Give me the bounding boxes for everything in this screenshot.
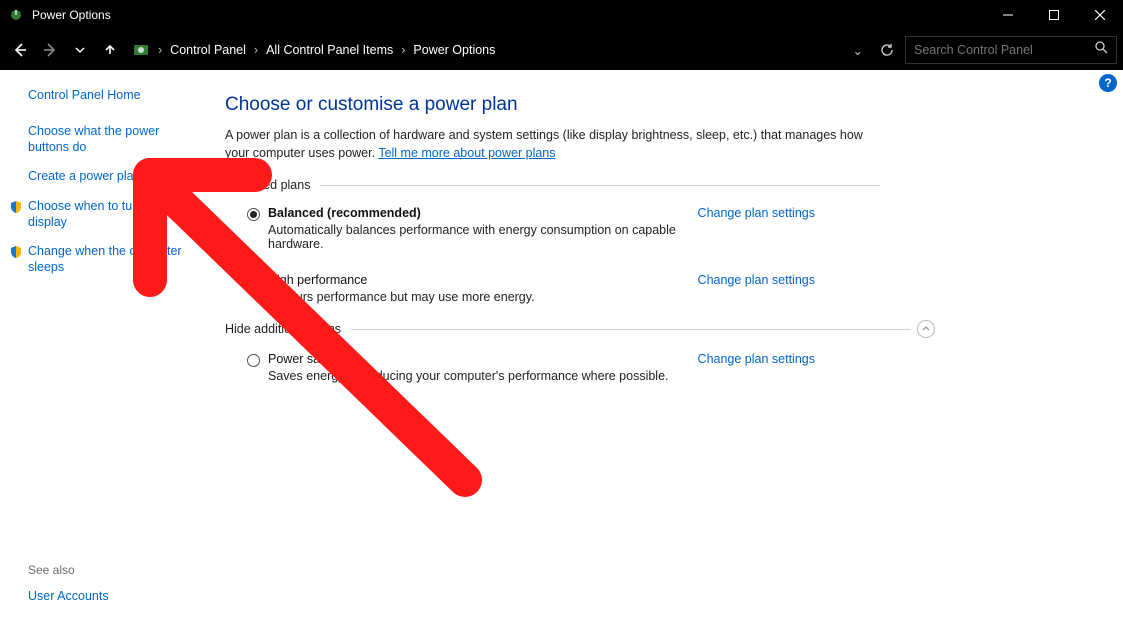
divider xyxy=(351,329,911,330)
search-input[interactable] xyxy=(914,43,1095,57)
chevron-right-icon[interactable]: › xyxy=(401,43,405,57)
sidebar-home-link[interactable]: Control Panel Home xyxy=(28,88,141,102)
breadcrumb-bar[interactable]: › Control Panel › All Control Panel Item… xyxy=(126,36,869,64)
breadcrumb-root[interactable]: Control Panel xyxy=(166,41,250,59)
sidebar-link-power-buttons[interactable]: Choose what the power buttons do xyxy=(28,124,159,154)
chevron-right-icon[interactable]: › xyxy=(254,43,258,57)
plan-high-performance[interactable]: High performance Favours performance but… xyxy=(225,267,815,306)
search-box[interactable] xyxy=(905,36,1117,64)
window-title: Power Options xyxy=(32,8,111,22)
radio-high-performance[interactable] xyxy=(247,275,260,288)
control-panel-icon xyxy=(132,41,150,59)
minimize-button[interactable] xyxy=(985,0,1031,30)
sidebar: Control Panel Home Choose what the power… xyxy=(0,70,205,633)
hide-additional-label[interactable]: Hide additional plans xyxy=(225,322,351,336)
sidebar-link-computer-sleeps[interactable]: Change when the computer sleeps xyxy=(28,244,182,274)
plan-high-performance-desc: Favours performance but may use more ene… xyxy=(268,290,682,304)
intro-text: A power plan is a collection of hardware… xyxy=(225,126,865,162)
change-settings-high-performance[interactable]: Change plan settings xyxy=(698,273,815,287)
breadcrumb-leaf[interactable]: Power Options xyxy=(409,41,499,59)
change-settings-balanced[interactable]: Change plan settings xyxy=(698,206,815,220)
app-icon xyxy=(8,7,24,23)
sidebar-link-turn-off-display[interactable]: Choose when to turn off the display xyxy=(28,199,181,229)
plan-power-saver[interactable]: Power saver Saves energy by reducing you… xyxy=(225,346,815,385)
sidebar-link-user-accounts[interactable]: User Accounts xyxy=(28,589,109,603)
address-bar: › Control Panel › All Control Panel Item… xyxy=(0,30,1123,70)
plan-balanced[interactable]: Balanced (recommended) Automatically bal… xyxy=(225,200,815,253)
collapse-icon[interactable] xyxy=(917,320,935,338)
plan-power-saver-desc: Saves energy by reducing your computer's… xyxy=(268,369,682,383)
up-button[interactable] xyxy=(96,36,124,64)
refresh-button[interactable] xyxy=(871,36,903,64)
plan-balanced-title: Balanced (recommended) xyxy=(268,206,682,220)
close-button[interactable] xyxy=(1077,0,1123,30)
radio-balanced[interactable] xyxy=(247,208,260,221)
plan-high-performance-title: High performance xyxy=(268,273,682,287)
forward-button[interactable] xyxy=(36,36,64,64)
chevron-right-icon[interactable]: › xyxy=(158,43,162,57)
breadcrumb-mid[interactable]: All Control Panel Items xyxy=(262,41,397,59)
page-heading: Choose or customise a power plan xyxy=(225,94,1093,116)
change-settings-power-saver[interactable]: Change plan settings xyxy=(698,352,815,366)
shield-icon xyxy=(9,245,23,259)
see-also-label: See also xyxy=(28,563,195,577)
preferred-plans-label: Preferred plans xyxy=(225,178,320,192)
radio-power-saver[interactable] xyxy=(247,354,260,367)
maximize-button[interactable] xyxy=(1031,0,1077,30)
shield-icon xyxy=(9,200,23,214)
history-dropdown-button[interactable] xyxy=(66,36,94,64)
sidebar-link-create-plan[interactable]: Create a power plan xyxy=(28,169,141,183)
main-content: Choose or customise a power plan A power… xyxy=(205,70,1123,633)
divider xyxy=(320,185,880,186)
title-bar: Power Options xyxy=(0,0,1123,30)
search-icon[interactable] xyxy=(1095,41,1108,59)
plan-power-saver-title: Power saver xyxy=(268,352,682,366)
chevron-down-icon[interactable]: ⌄ xyxy=(853,43,863,58)
back-button[interactable] xyxy=(6,36,34,64)
plan-balanced-desc: Automatically balances performance with … xyxy=(268,223,682,251)
intro-link[interactable]: Tell me more about power plans xyxy=(378,146,555,160)
